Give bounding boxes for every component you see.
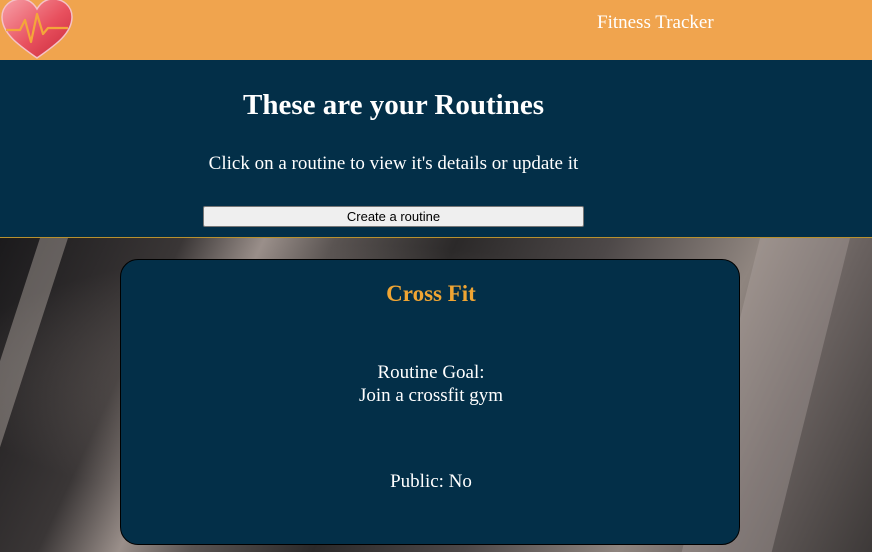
heart-pulse-icon[interactable]	[0, 0, 74, 60]
page-subtitle: Click on a routine to view it's details …	[208, 153, 579, 174]
routine-goal-value: Join a crossfit gym	[358, 385, 504, 406]
app-title[interactable]: Fitness Tracker	[597, 12, 714, 34]
routine-public-status: Public: No	[390, 471, 472, 492]
routine-name: Cross Fit	[386, 281, 476, 306]
page: Fitness Tracker These are your Routines …	[0, 0, 872, 552]
routine-goal-label: Routine Goal:	[377, 362, 485, 383]
navbar: Fitness Tracker	[0, 0, 872, 60]
routines-header: These are your Routines Click on a routi…	[0, 60, 872, 238]
create-routine-button[interactable]: Create a routine	[203, 206, 584, 227]
routine-card[interactable]: Cross Fit Routine Goal: Join a crossfit …	[120, 259, 740, 545]
page-title: These are your Routines	[242, 89, 545, 121]
